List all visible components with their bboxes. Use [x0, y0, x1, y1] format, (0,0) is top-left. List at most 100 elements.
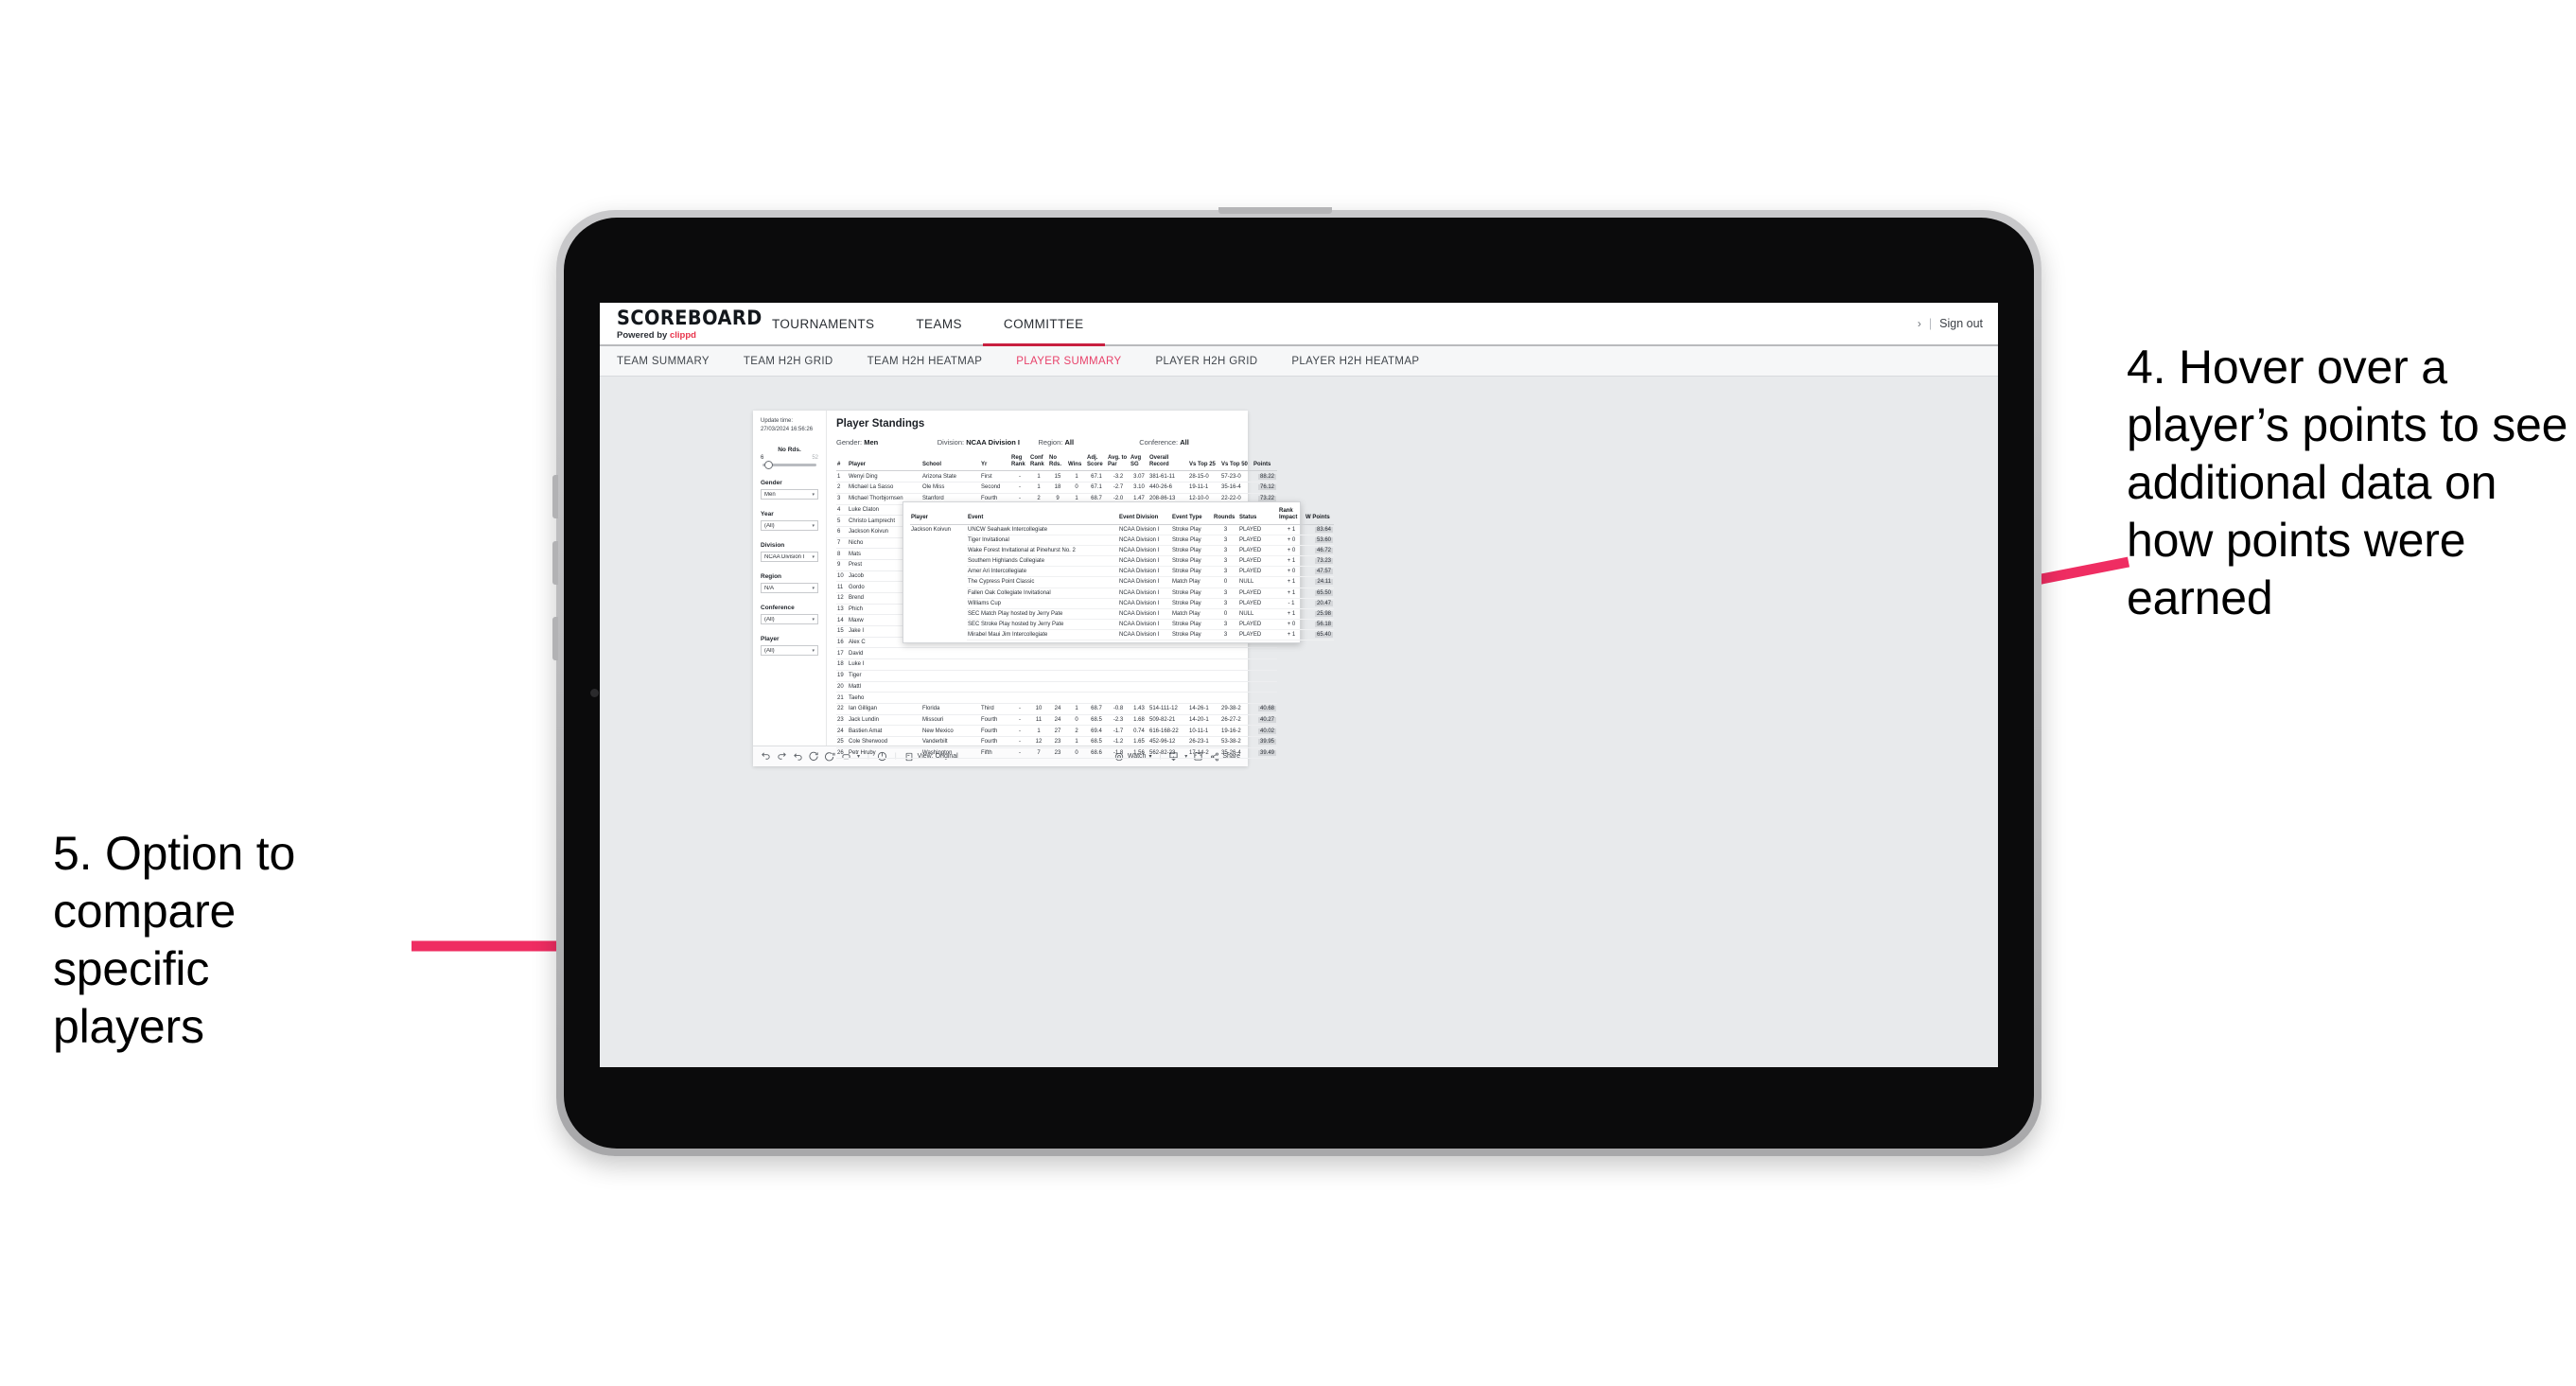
subtab-player-h2h-heatmap[interactable]: PLAYER H2H HEATMAP	[1291, 356, 1440, 367]
nav-tab-committee[interactable]: COMMITTEE	[982, 303, 1105, 346]
standings-cell-win	[1067, 681, 1086, 693]
nav-tab-tournaments[interactable]: TOURNAMENTS	[751, 303, 895, 344]
table-row[interactable]: 22 Ian Gilligan Florida Third -10 24 1 68.7 -0.8…	[836, 703, 1277, 715]
col-vs-top-25[interactable]: Vs Top 25	[1188, 454, 1220, 472]
col-no-rds[interactable]: No Rds.	[1048, 454, 1067, 472]
points-chip[interactable]: 40.27	[1257, 716, 1276, 723]
col-adj-score[interactable]: Adj. Score	[1086, 454, 1107, 472]
points-chip[interactable]: 40.02	[1257, 728, 1276, 734]
standings-cell-sg	[1130, 692, 1148, 704]
standings-cell-nr: 24	[1048, 703, 1067, 715]
table-row[interactable]: 21 Taeho	[836, 692, 1277, 704]
app-page: SCOREBOARD Powered by clippd TOURNAMENTS…	[600, 303, 1998, 1067]
standings-cell-yr: Fourth	[980, 725, 1010, 737]
standings-cell-sg: 3.10	[1130, 482, 1148, 494]
standings-cell-player: Luke I	[848, 658, 921, 671]
table-row[interactable]: 25 Cole Sherwood Vanderbilt Fourth -12 23 1 68.…	[836, 736, 1277, 748]
table-row[interactable]: 20 Mattl	[836, 681, 1277, 693]
refresh-icon[interactable]	[809, 751, 819, 762]
tooltip-player-name	[910, 567, 967, 577]
filter-division-value: NCAA Division I	[764, 553, 805, 560]
redo-icon[interactable]	[777, 751, 787, 762]
standings-cell-school: Florida	[921, 703, 980, 715]
subtab-team-summary[interactable]: TEAM SUMMARY	[617, 356, 730, 367]
standings-cell-player: Michael La Sasso	[848, 482, 921, 494]
no-rounds-slider[interactable]: No Rds. 6 52	[761, 447, 818, 470]
points-chip[interactable]: 88.22	[1257, 473, 1276, 480]
filter-conference-select[interactable]: (All) ▾	[761, 614, 818, 625]
table-row[interactable]: 18 Luke I	[836, 658, 1277, 671]
nav-tab-teams[interactable]: TEAMS	[895, 303, 983, 344]
standings-cell-rec	[1148, 681, 1188, 693]
points-chip[interactable]: 39.95	[1257, 739, 1276, 746]
page-title: Player Standings	[836, 418, 925, 430]
tooltip-cell-rank: + 1	[1278, 555, 1305, 568]
points-chip[interactable]: 40.68	[1257, 706, 1276, 712]
col-conf-rank[interactable]: Conf Rank	[1029, 454, 1048, 472]
tooltip-row: Mirabel Maui Jim Intercollegiate NCAA Div…	[910, 629, 1334, 640]
filter-division-select[interactable]: NCAA Division I ▾	[761, 552, 818, 563]
col-vs-top-50[interactable]: Vs Top 50	[1220, 454, 1253, 472]
subtab-team-h2h-heatmap[interactable]: TEAM H2H HEATMAP	[867, 356, 1004, 367]
tooltip-cell-rounds: 3	[1213, 566, 1238, 578]
tooltip-cell-rank: + 0	[1278, 566, 1305, 578]
col-wins[interactable]: Wins	[1067, 454, 1086, 472]
col-player[interactable]: Player	[848, 454, 921, 472]
filter-player: Player (All) ▾	[761, 636, 818, 657]
overflow-menu-icon[interactable]: ›	[1918, 317, 1921, 330]
col-yr[interactable]: Yr	[980, 454, 1010, 472]
col-points[interactable]: Points	[1253, 454, 1277, 472]
standings-cell-yr: Fifth	[980, 747, 1010, 760]
tooltip-cell-event: Tiger Invitational	[967, 535, 1118, 547]
pause-icon[interactable]	[825, 751, 835, 762]
filter-year-select[interactable]: (All) ▾	[761, 520, 818, 532]
tooltip-cell-event: Mirabel Maui Jim Intercollegiate	[967, 629, 1118, 640]
standings-cell-win: 0	[1067, 747, 1086, 760]
standings-cell-pts: 39.49	[1253, 747, 1277, 760]
slider-track[interactable]	[762, 461, 816, 470]
table-row[interactable]: 17 David	[836, 647, 1277, 660]
table-row[interactable]: 19 Tiger	[836, 670, 1277, 682]
col-reg-rank[interactable]: Reg Rank	[1010, 454, 1029, 472]
standings-cell-t50: 35-26-4	[1220, 747, 1253, 760]
filter-region-select[interactable]: N/A ▾	[761, 583, 818, 594]
standings-cell-cr	[1029, 692, 1048, 704]
standings-meta: Gender: Men Division: NCAA Division I Re…	[836, 438, 1240, 447]
undo-icon[interactable]	[761, 751, 771, 762]
filter-gender-select[interactable]: Men ▾	[761, 489, 818, 500]
standings-cell-adj: 68.5	[1086, 736, 1107, 748]
points-chip[interactable]: 39.49	[1257, 749, 1276, 756]
standings-cell-t50	[1220, 681, 1253, 693]
tooltip-cell-div: NCAA Division I	[1118, 608, 1171, 620]
col-avg-sg[interactable]: Avg SG	[1130, 454, 1148, 472]
table-row[interactable]: 2 Michael La Sasso Ole Miss Second -1 18 0 67.1…	[836, 482, 1277, 494]
col-avg-to-par[interactable]: Avg. to Par	[1107, 454, 1130, 472]
standings-cell-sg: 1.68	[1130, 714, 1148, 727]
table-row[interactable]: 24 Bastien Amat New Mexico Fourth -1 27 2 69.4-…	[836, 725, 1277, 737]
tooltip-row: Wake Forest Invitational at Pinehurst No…	[910, 545, 1334, 557]
revert-icon[interactable]	[793, 751, 803, 762]
standings-cell-rr	[1010, 670, 1029, 682]
filter-player-label: Player	[761, 636, 780, 643]
table-row[interactable]: 26 Petr Hruby Washington Fifth -7 23 0 68.6 -1.8…	[836, 747, 1277, 760]
sign-out-link[interactable]: Sign out	[1939, 317, 1983, 330]
col-overall-record[interactable]: Overall Record	[1148, 454, 1188, 472]
table-row[interactable]: 1 Wenyi Ding Arizona State First -1 15 1 67.1 -3…	[836, 470, 1277, 483]
standings-cell-player: Wenyi Ding	[848, 470, 921, 483]
slider-handle[interactable]	[764, 461, 773, 470]
standings-cell-win: 1	[1067, 703, 1086, 715]
tooltip-cell-event: The Cypress Point Classic	[967, 576, 1118, 588]
table-row[interactable]: 23 Jack Lundin Missouri Fourth -11 24 0 68.5 -2.…	[836, 714, 1277, 727]
col-rank[interactable]: #	[836, 454, 848, 472]
standings-cell-num: 8	[836, 548, 848, 560]
points-chip[interactable]: 76.12	[1257, 484, 1276, 491]
standings-cell-school: Ole Miss	[921, 482, 980, 494]
standings-cell-nr	[1048, 681, 1067, 693]
tooltip-cell-wp: 73.23	[1305, 555, 1334, 568]
filter-player-select[interactable]: (All) ▾	[761, 645, 818, 657]
col-school[interactable]: School	[921, 454, 980, 472]
subtab-team-h2h-grid[interactable]: TEAM H2H GRID	[744, 356, 854, 367]
subtab-player-summary[interactable]: PLAYER SUMMARY	[1016, 356, 1142, 367]
subtab-player-h2h-grid[interactable]: PLAYER H2H GRID	[1155, 356, 1278, 367]
tooltip-table: Player Event Event Division Event Type R…	[910, 507, 1334, 640]
